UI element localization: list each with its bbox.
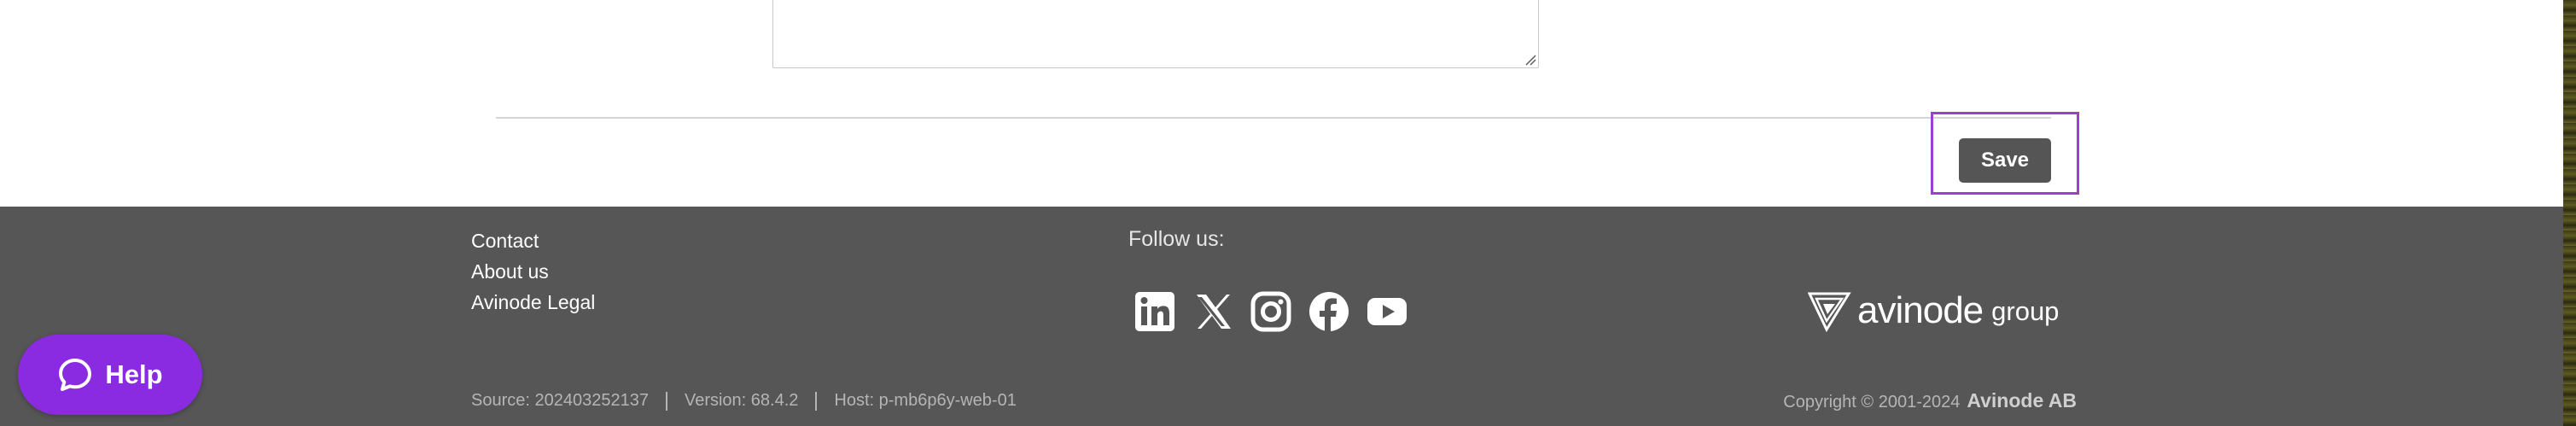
footer-links: Contact About us Avinode Legal [471, 225, 595, 318]
host-info: Host: p-mb6p6y-web-01 [834, 391, 1017, 410]
help-label: Help [105, 359, 163, 389]
social-links [1134, 290, 1408, 333]
facebook-icon [1309, 292, 1349, 331]
chat-bubble-icon [59, 359, 92, 391]
linkedin-icon [1135, 292, 1174, 331]
meta-separator [815, 391, 818, 411]
build-info: Source: 202403252137 Version: 68.4.2 Hos… [471, 391, 1017, 411]
page: Save Contact About us Avinode Legal Foll… [0, 0, 2563, 426]
x-link[interactable] [1192, 290, 1234, 333]
help-button[interactable]: Help [18, 335, 202, 415]
background-edge [2563, 0, 2576, 426]
youtube-link[interactable] [1366, 290, 1408, 333]
linkedin-link[interactable] [1134, 290, 1176, 333]
source-info: Source: 202403252137 [471, 391, 649, 410]
x-icon [1197, 295, 1231, 329]
resize-grip-icon[interactable] [1524, 54, 1536, 66]
footer-link-about-us[interactable]: About us [471, 256, 595, 287]
site-footer: Contact About us Avinode Legal Follow us… [0, 207, 2563, 426]
save-button[interactable]: Save [1959, 138, 2051, 183]
footer-link-avinode-legal[interactable]: Avinode Legal [471, 287, 595, 318]
logo-group-suffix: group [1991, 295, 2060, 326]
copyright: Copyright © 2001-2024 Avinode AB [1783, 389, 2077, 412]
avinode-group-logo[interactable]: avinode group [1808, 289, 2059, 333]
logo-wordmark: avinode [1857, 289, 1984, 331]
copyright-company: Avinode AB [1967, 389, 2077, 411]
facebook-link[interactable] [1308, 290, 1350, 333]
youtube-icon [1367, 298, 1407, 325]
meta-separator [665, 391, 667, 411]
comment-textarea[interactable] [772, 0, 1539, 68]
version-info: Version: 68.4.2 [684, 391, 799, 410]
follow-us-label: Follow us: [1128, 227, 1225, 251]
footer-link-contact[interactable]: Contact [471, 225, 595, 256]
copyright-text: Copyright © 2001-2024 [1783, 393, 1961, 411]
avinode-logo-mark-icon [1808, 292, 1851, 333]
instagram-icon [1250, 291, 1291, 332]
instagram-link[interactable] [1250, 290, 1292, 333]
form-divider [496, 117, 2051, 119]
